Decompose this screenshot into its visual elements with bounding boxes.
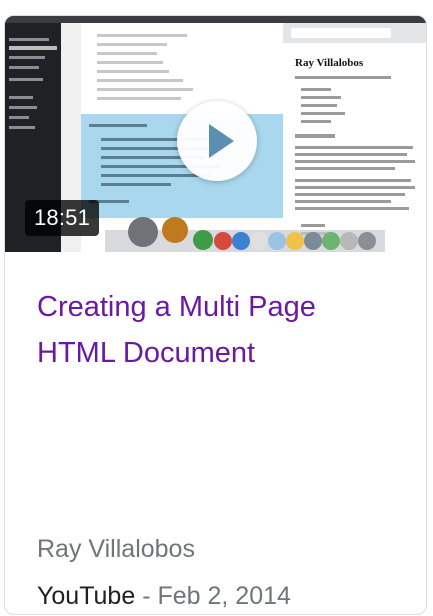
- video-thumbnail[interactable]: Ray Villalobos 18:51: [5, 16, 426, 252]
- play-icon: [209, 124, 234, 158]
- video-meta: YouTube - Feb 2, 2014: [37, 579, 291, 613]
- svg-text:Ray Villalobos: Ray Villalobos: [295, 57, 364, 69]
- video-author: Ray Villalobos: [37, 535, 195, 563]
- meta-separator: -: [135, 582, 158, 610]
- video-title-link[interactable]: Creating a Multi Page HTML Document: [37, 284, 397, 376]
- video-result-card[interactable]: Ray Villalobos 18:51 Creating a Multi Pa…: [4, 15, 427, 615]
- video-source: YouTube: [37, 582, 136, 610]
- video-date: Feb 2, 2014: [157, 582, 291, 610]
- duration-badge: 18:51: [25, 200, 100, 236]
- play-button[interactable]: [177, 101, 257, 181]
